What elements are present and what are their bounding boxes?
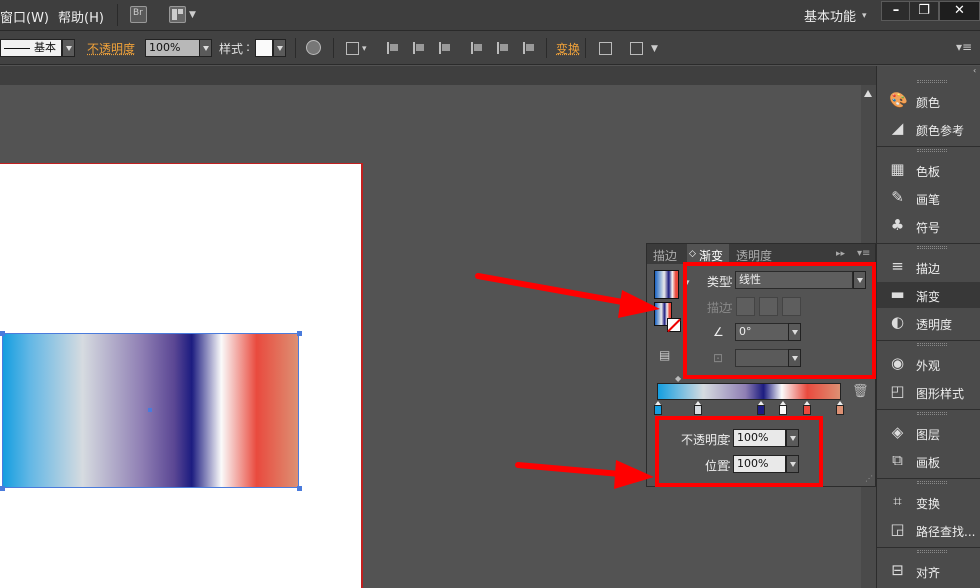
dock-item-color-guide[interactable]: ◢ 颜色参考 bbox=[877, 116, 980, 142]
align-to-selection-icon[interactable] bbox=[344, 40, 360, 56]
dock-item-align[interactable]: ⊟ 对齐 bbox=[877, 558, 980, 584]
pathfinder-icon: ◲ bbox=[890, 520, 905, 538]
anchor-point[interactable] bbox=[0, 331, 5, 336]
panel-menu-icon[interactable]: ▾≡ bbox=[956, 40, 972, 54]
gradient-stop[interactable] bbox=[694, 401, 702, 415]
chevron-down-icon[interactable]: ▼ bbox=[189, 10, 196, 20]
panel-dock: ‹ 🎨 颜色 ◢ 颜色参考 ▦ 色板 ✎ 画笔 ♣ 符号 ≡ 描边 ▬ 渐变 ◐… bbox=[876, 66, 980, 588]
align-top-icon[interactable] bbox=[469, 40, 485, 56]
bridge-icon[interactable] bbox=[130, 6, 147, 23]
gradient-stop[interactable] bbox=[803, 401, 811, 415]
dock-item-transparency[interactable]: ◐ 透明度 bbox=[877, 310, 980, 336]
dock-item-gradient[interactable]: ▬ 渐变 bbox=[877, 282, 980, 308]
menu-window[interactable]: 窗口(W) bbox=[0, 7, 49, 26]
chevron-down-icon[interactable]: ▾ bbox=[362, 44, 367, 54]
chevron-down-icon[interactable]: ▼ bbox=[651, 44, 658, 54]
panel-tab-bar: 描边 ◇ 渐变 透明度 ▸▸ ▾≡ bbox=[647, 244, 875, 264]
gradient-stop[interactable] bbox=[654, 401, 662, 415]
artboards-icon: ⧉ bbox=[892, 451, 903, 469]
tab-arrows-icon: ◇ bbox=[689, 249, 696, 259]
palette-icon: 🎨 bbox=[889, 91, 908, 109]
center-point[interactable] bbox=[148, 408, 152, 412]
opacity-field[interactable]: 100% bbox=[145, 39, 200, 57]
gradient-stop[interactable] bbox=[779, 401, 787, 415]
transform-link[interactable]: 变换 bbox=[556, 40, 580, 57]
resize-grip-icon[interactable]: ⋰ bbox=[865, 474, 873, 483]
annotation-arrow-lower bbox=[515, 460, 654, 489]
none-swatch[interactable] bbox=[667, 318, 681, 333]
align-right-icon[interactable] bbox=[437, 40, 453, 56]
isolate-group-icon[interactable] bbox=[597, 40, 613, 56]
dock-item-transform[interactable]: ⌗ 变换 bbox=[877, 489, 980, 515]
menu-divider bbox=[117, 4, 118, 26]
workspace-switcher[interactable]: 基本功能 bbox=[804, 6, 856, 25]
stroke-style-field[interactable]: 基本 bbox=[0, 39, 62, 57]
transform-icon: ⌗ bbox=[893, 492, 902, 510]
anchor-point[interactable] bbox=[297, 486, 302, 491]
dock-item-symbols[interactable]: ♣ 符号 bbox=[877, 213, 980, 239]
stroke-icon: ≡ bbox=[891, 257, 904, 275]
menu-bar: 窗口(W) 帮助(H) ▼ 基本功能 ▾ – ❐ ✕ bbox=[0, 0, 980, 31]
dock-item-brushes[interactable]: ✎ 画笔 bbox=[877, 185, 980, 211]
anchor-point[interactable] bbox=[0, 486, 5, 491]
dock-item-graphic-styles[interactable]: ◰ 图形样式 bbox=[877, 379, 980, 405]
color-guide-icon: ◢ bbox=[891, 119, 904, 137]
opacity-dropdown[interactable] bbox=[199, 39, 212, 57]
brushes-icon: ✎ bbox=[891, 188, 904, 206]
align-bottom-icon[interactable] bbox=[521, 40, 537, 56]
gradient-stop[interactable] bbox=[836, 401, 844, 415]
document-tab-strip bbox=[0, 66, 876, 85]
annotation-box-type bbox=[683, 262, 876, 379]
swatches-icon: ▦ bbox=[890, 160, 905, 178]
dock-item-layers[interactable]: ◈ 图层 bbox=[877, 420, 980, 446]
layers-icon: ◈ bbox=[891, 423, 904, 441]
dock-item-color[interactable]: 🎨 颜色 bbox=[877, 88, 980, 114]
restore-button[interactable]: ❐ bbox=[909, 1, 939, 21]
style-swatch[interactable] bbox=[255, 39, 273, 57]
anchor-point[interactable] bbox=[297, 331, 302, 336]
style-dropdown[interactable] bbox=[273, 39, 286, 57]
chevron-down-icon[interactable]: ▾ bbox=[862, 11, 867, 21]
reverse-gradient-icon[interactable]: ▤ bbox=[659, 348, 670, 362]
graphic-styles-icon: ◰ bbox=[890, 382, 905, 400]
style-label: 样式 bbox=[219, 42, 244, 56]
align-icon: ⊟ bbox=[891, 561, 904, 579]
gradient-fill-swatch[interactable] bbox=[654, 270, 679, 299]
annotation-arrow-upper bbox=[475, 273, 660, 318]
transparency-icon: ◐ bbox=[890, 313, 905, 331]
recolor-artwork-icon[interactable] bbox=[306, 40, 321, 55]
dock-item-artboards[interactable]: ⧉ 画板 bbox=[877, 448, 980, 474]
control-bar: 基本 不透明度 100% 样式 : ▾ 变换 ▼ ▾≡ bbox=[0, 31, 980, 65]
align-left-icon[interactable] bbox=[385, 40, 401, 56]
arrange-documents-icon[interactable] bbox=[169, 6, 186, 23]
menu-help[interactable]: 帮助(H) bbox=[58, 7, 104, 26]
minimize-button[interactable]: – bbox=[881, 1, 911, 21]
gradient-slider[interactable] bbox=[657, 383, 841, 400]
midpoint-diamond-icon[interactable]: ◆ bbox=[675, 374, 681, 383]
transform-options-icon[interactable] bbox=[628, 40, 644, 56]
align-horizontal-center-icon[interactable] bbox=[411, 40, 427, 56]
panel-menu-icon[interactable]: ▾≡ bbox=[857, 248, 870, 259]
collapse-panel-icon[interactable]: ▸▸ bbox=[836, 249, 845, 259]
stroke-style-value: 基本 bbox=[34, 41, 56, 54]
dock-item-pathfinder[interactable]: ◲ 路径查找... bbox=[877, 517, 980, 543]
symbols-icon: ♣ bbox=[890, 216, 905, 234]
delete-stop-icon[interactable]: 🗑 bbox=[852, 384, 869, 399]
annotation-box-opacity-location bbox=[655, 416, 823, 487]
opacity-label[interactable]: 不透明度 bbox=[87, 40, 135, 57]
dock-item-appearance[interactable]: ◉ 外观 bbox=[877, 351, 980, 377]
gradient-icon: ▬ bbox=[890, 285, 905, 303]
collapse-dock-icon[interactable]: ‹ bbox=[973, 66, 976, 75]
dock-item-stroke[interactable]: ≡ 描边 bbox=[877, 254, 980, 280]
appearance-icon: ◉ bbox=[890, 354, 905, 372]
stroke-style-dropdown[interactable] bbox=[62, 39, 75, 57]
tab-stroke[interactable]: 描边 bbox=[653, 247, 677, 264]
close-button[interactable]: ✕ bbox=[939, 1, 980, 21]
dock-item-swatches[interactable]: ▦ 色板 bbox=[877, 157, 980, 183]
gradient-stop[interactable] bbox=[757, 401, 765, 415]
align-vertical-center-icon[interactable] bbox=[495, 40, 511, 56]
